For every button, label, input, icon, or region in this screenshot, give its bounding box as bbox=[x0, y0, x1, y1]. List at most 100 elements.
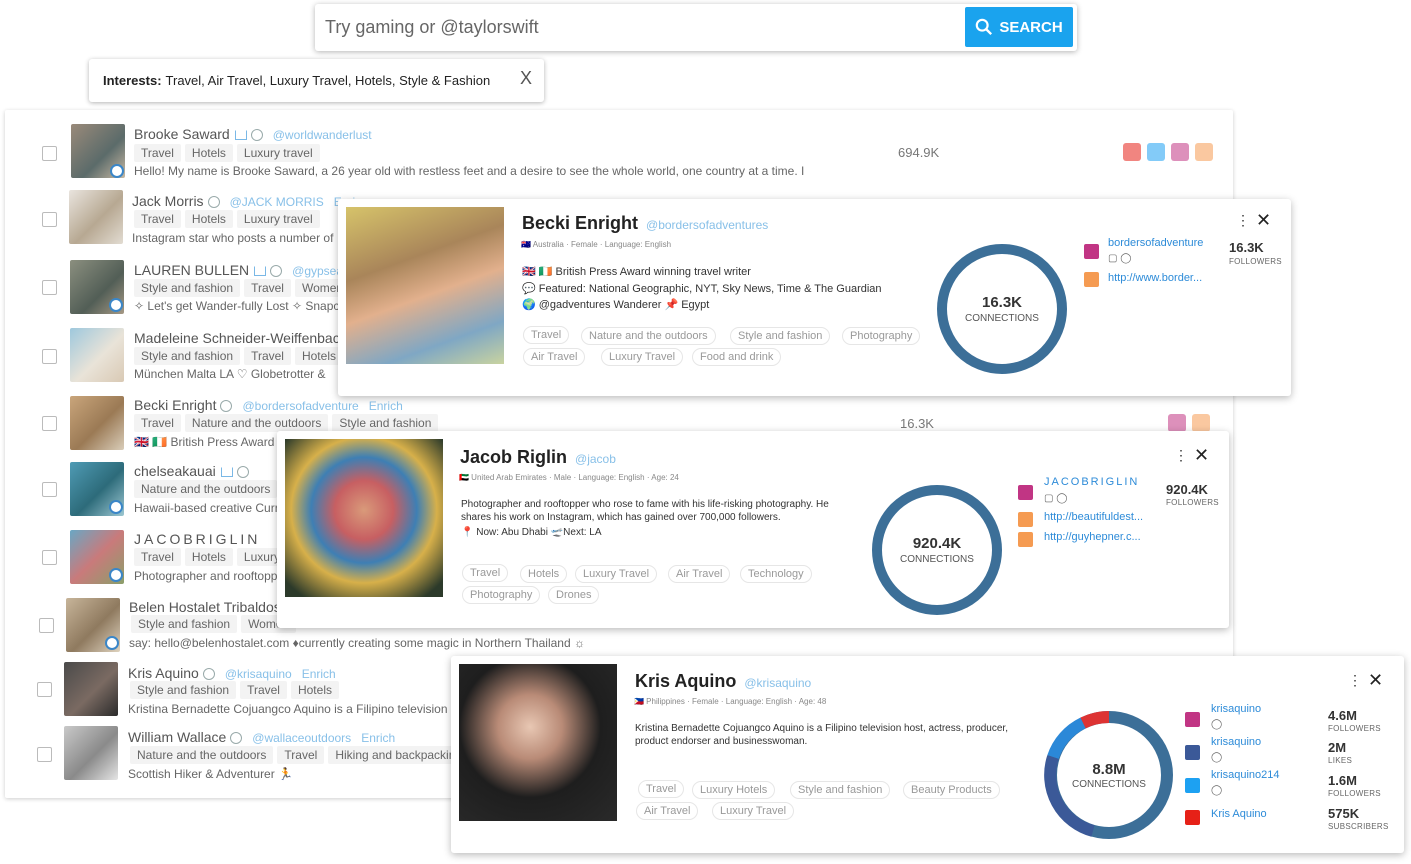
enrich-link[interactable]: Enrich bbox=[361, 731, 395, 745]
instagram-link[interactable]: bordersofadventure bbox=[1108, 237, 1203, 249]
facebook-link[interactable]: krisaquino bbox=[1211, 736, 1261, 748]
bio-line: 📍 Now: Abu Dhabi 🛫Next: LA bbox=[461, 527, 602, 538]
row-checkbox[interactable] bbox=[42, 146, 57, 161]
enrich-link[interactable]: Enrich bbox=[369, 399, 403, 413]
tag-list: Style and fashion Travel Hotels bbox=[130, 681, 343, 699]
tag: Travel bbox=[638, 780, 685, 798]
instagram-icon[interactable] bbox=[1168, 414, 1186, 432]
verified-icons: ▢ ◯ bbox=[1044, 493, 1068, 504]
facebook-icon[interactable] bbox=[1185, 745, 1200, 760]
tag: Photography bbox=[462, 586, 541, 604]
instagram-link[interactable]: JACOBRIGLIN bbox=[1044, 476, 1139, 488]
instagram-icon[interactable] bbox=[1018, 485, 1033, 500]
influencer-name[interactable]: Kris Aquino bbox=[128, 665, 199, 681]
tag: Nature and the outdoors bbox=[130, 746, 274, 764]
connections-label: CONNECTIONS bbox=[965, 313, 1039, 324]
website-link[interactable]: http://www.border... bbox=[1108, 272, 1202, 284]
influencer-name[interactable]: LAUREN BULLEN bbox=[134, 262, 249, 278]
tag: Travel bbox=[134, 414, 181, 432]
influencer-name[interactable]: JACOBRIGLIN bbox=[134, 531, 260, 547]
search-button[interactable]: SEARCH bbox=[965, 7, 1073, 47]
search-input[interactable] bbox=[325, 12, 955, 42]
influencer-name[interactable]: Jack Morris bbox=[132, 193, 204, 209]
check-icon bbox=[230, 732, 243, 745]
influencer-bio: München Malta LA ♡ Globetrotter & bbox=[134, 367, 326, 381]
influencer-name[interactable]: Brooke Saward bbox=[134, 126, 230, 142]
instagram-icon[interactable] bbox=[1084, 244, 1099, 259]
website-icon[interactable] bbox=[1192, 414, 1210, 432]
website-icon[interactable] bbox=[1018, 532, 1033, 547]
tag: Travel bbox=[134, 210, 181, 228]
close-icon[interactable]: ✕ bbox=[1368, 670, 1383, 691]
profile-bio: Kristina Bernadette Cojuangco Aquino is … bbox=[635, 723, 1008, 747]
subscribers-value: 575K bbox=[1328, 806, 1360, 821]
twitter-icon[interactable] bbox=[1185, 778, 1200, 793]
website-link[interactable]: http://beautifuldest... bbox=[1044, 511, 1143, 523]
influencer-bio: 🇬🇧 🇮🇪 British Press Award bbox=[134, 435, 275, 449]
influencer-handle[interactable]: @gypsea bbox=[292, 264, 343, 278]
profile-handle[interactable]: @krisaquino bbox=[744, 676, 811, 690]
profile-name: Jacob Riglin bbox=[460, 447, 568, 467]
connections-value: 920.4K bbox=[913, 535, 962, 552]
instagram-icon[interactable] bbox=[1171, 143, 1189, 161]
tag: Style and fashion bbox=[130, 681, 237, 699]
influencer-handle[interactable]: @bordersofadventure bbox=[242, 399, 358, 413]
verified-search-badge-icon bbox=[109, 298, 123, 312]
row-checkbox[interactable] bbox=[42, 416, 57, 431]
subscribers-label: SUBSCRIBERS bbox=[1328, 822, 1389, 831]
youtube-icon[interactable] bbox=[1123, 143, 1141, 161]
enrich-link[interactable]: Enrich bbox=[302, 667, 336, 681]
tag: Food and drink bbox=[692, 348, 782, 366]
influencer-name[interactable]: William Wallace bbox=[128, 729, 226, 745]
home-icon bbox=[254, 266, 267, 277]
website-icon[interactable] bbox=[1195, 143, 1213, 161]
instagram-link[interactable]: krisaquino bbox=[1211, 703, 1261, 715]
row-checkbox[interactable] bbox=[42, 349, 57, 364]
row-checkbox[interactable] bbox=[39, 618, 54, 633]
influencer-name[interactable]: Madeleine Schneider-Weiffenbach bbox=[134, 330, 348, 346]
profile-handle[interactable]: @jacob bbox=[575, 452, 616, 466]
twitter-icon[interactable] bbox=[1147, 143, 1165, 161]
more-options-icon[interactable]: ⋮ bbox=[1236, 212, 1250, 229]
tag: Travel bbox=[462, 564, 509, 582]
check-icon bbox=[207, 196, 220, 209]
reach-metric: 694.9K bbox=[898, 145, 940, 160]
tag: Hotels bbox=[290, 681, 339, 699]
youtube-icon[interactable] bbox=[1185, 810, 1200, 825]
twitter-link[interactable]: krisaquino214 bbox=[1211, 769, 1280, 781]
influencer-handle[interactable]: @worldwanderlust bbox=[273, 128, 372, 142]
bio-line: 🇬🇧 🇮🇪 British Press Award winning travel… bbox=[522, 266, 751, 278]
row-checkbox[interactable] bbox=[37, 682, 52, 697]
more-options-icon[interactable]: ⋮ bbox=[1348, 672, 1362, 689]
website-icon[interactable] bbox=[1018, 512, 1033, 527]
close-icon[interactable]: ✕ bbox=[1256, 210, 1271, 231]
website-link[interactable]: http://guyhepner.c... bbox=[1044, 531, 1141, 543]
close-icon[interactable]: ✕ bbox=[1194, 445, 1209, 466]
interests-close-button[interactable]: X bbox=[520, 68, 532, 89]
interests-value: Travel, Air Travel, Luxury Travel, Hotel… bbox=[165, 73, 491, 88]
row-checkbox[interactable] bbox=[42, 212, 57, 227]
check-icon bbox=[202, 668, 215, 681]
row-checkbox[interactable] bbox=[37, 747, 52, 762]
tag: Hotels bbox=[520, 565, 568, 583]
instagram-icon[interactable] bbox=[1185, 712, 1200, 727]
website-icon[interactable] bbox=[1084, 272, 1099, 287]
tag: Travel bbox=[134, 548, 181, 566]
influencer-name[interactable]: Becki Enright bbox=[134, 397, 216, 413]
row-checkbox[interactable] bbox=[42, 550, 57, 565]
influencer-name[interactable]: chelseakauai bbox=[134, 463, 216, 479]
row-checkbox[interactable] bbox=[42, 280, 57, 295]
tag: Travel bbox=[240, 681, 287, 699]
more-options-icon[interactable]: ⋮ bbox=[1174, 447, 1188, 464]
influencer-handle[interactable]: @krisaquino bbox=[225, 667, 292, 681]
influencer-name[interactable]: Belen Hostalet Tribaldos bbox=[129, 599, 281, 615]
tag: Travel bbox=[244, 279, 291, 297]
influencer-handle[interactable]: @wallaceoutdoors bbox=[252, 731, 351, 745]
youtube-link[interactable]: Kris Aquino bbox=[1211, 808, 1267, 820]
influencer-handle[interactable]: @JACK MORRIS bbox=[230, 195, 324, 209]
tag: Luxury travel bbox=[236, 210, 320, 228]
connections-value: 8.8M bbox=[1092, 761, 1125, 778]
tag-list: Style and fashion Travel Women's bbox=[134, 279, 362, 297]
profile-handle[interactable]: @bordersofadventures bbox=[646, 218, 768, 232]
row-checkbox[interactable] bbox=[42, 482, 57, 497]
